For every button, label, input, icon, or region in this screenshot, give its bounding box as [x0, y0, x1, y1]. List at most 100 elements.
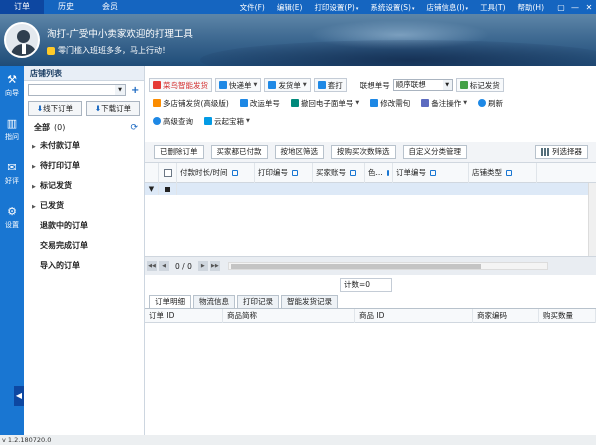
deleted-orders-button[interactable]: 已删除订单 [154, 145, 204, 159]
tree-item-shipped[interactable]: ▶ 已发货 [24, 196, 144, 216]
expand-icon[interactable]: ▶ [32, 137, 40, 157]
collapse-button[interactable]: ◀ [14, 386, 24, 406]
download-order-button[interactable]: ⬇下载订单 [86, 101, 140, 116]
edit-address-label: 修改需旬 [380, 98, 411, 108]
scroll-thumb[interactable] [230, 264, 481, 269]
buyer-paid-button[interactable]: 买家都已付款 [210, 145, 268, 159]
tab-orders[interactable]: 订单 [0, 0, 44, 14]
detail-tabs: 订单明细 物流信息 打印记录 智能发货记录 [145, 295, 596, 309]
menu-store-info[interactable]: 店铺信息(I)▾ [420, 2, 474, 13]
download-order-label: 下载订单 [101, 104, 132, 113]
menu-print-settings[interactable]: 打印设置(P)▾ [308, 2, 364, 13]
link-number-select[interactable]: 顺序联想 ▼ [392, 79, 453, 91]
tree-item-mark-shipped[interactable]: ▶ 标记发货 [24, 176, 144, 196]
tab-history[interactable]: 历史 [44, 0, 88, 14]
col-pay-time[interactable]: 付款时长/时间 [177, 163, 255, 183]
last-page-button[interactable]: ▶▶ [209, 261, 220, 271]
batch-print-button[interactable]: 套打 [313, 78, 347, 92]
col-order-no[interactable]: 订单编号 [393, 163, 469, 183]
menu-file[interactable]: 文件(F) [234, 2, 271, 13]
column-selector-button[interactable]: 列选择器 [535, 145, 588, 159]
smart-ship-button[interactable]: 菜鸟智能发货 [149, 78, 212, 92]
col-color[interactable]: 色... [365, 163, 393, 183]
col-buyer-account[interactable]: 买家账号 [313, 163, 365, 183]
col-label: 店铺类型 [472, 168, 502, 177]
filter-icon[interactable]: ▼ [145, 183, 159, 195]
rail-item-review[interactable]: ✉ 好评 [0, 162, 24, 198]
custom-category-button[interactable]: 自定义分类管理 [402, 145, 467, 159]
col-label: 订单编号 [396, 168, 426, 177]
chevron-down-icon: ▼ [442, 80, 452, 90]
select-all-checkbox[interactable] [163, 168, 172, 177]
filter-row[interactable]: ▼ [145, 183, 596, 195]
express-print-button[interactable]: 快递单 ▼ [215, 78, 262, 92]
tree-item-unpaid[interactable]: ▶ 未付款订单 [24, 136, 144, 156]
mark-ship-button[interactable]: 标记发货 [455, 78, 504, 92]
tab-members[interactable]: 会员 [88, 0, 132, 14]
tree-item-refunding[interactable]: 退款中的订单 [24, 216, 144, 236]
tree-item-to-print[interactable]: ▶ 待打印订单 [24, 156, 144, 176]
next-page-button[interactable]: ▶ [197, 261, 208, 271]
col-store-type[interactable]: 店铺类型 [469, 163, 537, 183]
add-store-button[interactable]: + [131, 85, 139, 96]
rail-item-guide[interactable]: ⚒ 向导 [0, 74, 24, 110]
tree-item-imported[interactable]: 导入的订单 [24, 256, 144, 276]
avatar[interactable] [4, 22, 40, 58]
tab-order-detail[interactable]: 订单明细 [149, 295, 191, 308]
chat-icon: ✉ [7, 161, 17, 174]
chevron-down-icon: ▾ [411, 5, 415, 12]
expand-icon[interactable]: ▶ [32, 177, 40, 197]
page-indicator: 0 / 0 [175, 261, 192, 271]
advanced-search-button[interactable]: 高级查询 [149, 114, 197, 128]
horizontal-scrollbar[interactable] [227, 262, 548, 270]
toolbar-row-3: 高级查询 云起宝箱 ▼ [145, 112, 596, 130]
detail-body [145, 323, 596, 435]
refresh-icon [478, 99, 487, 107]
lock-icon [430, 169, 436, 176]
expand-icon[interactable]: ▶ [32, 157, 40, 177]
print-icon [268, 81, 277, 89]
pager: ◀◀ ◀ 0 / 0 ▶ ▶▶ [145, 256, 596, 275]
refresh-icon[interactable]: ⟳ [130, 123, 138, 133]
vertical-scrollbar[interactable] [588, 183, 596, 256]
ship-print-button[interactable]: 发货单 ▼ [264, 78, 311, 92]
store-select[interactable]: ▼ [28, 84, 126, 96]
minimize-icon[interactable]: — [568, 3, 582, 12]
tab-print-log[interactable]: 打印记录 [237, 295, 279, 308]
note-icon [421, 99, 430, 107]
prev-page-button[interactable]: ◀ [159, 261, 169, 271]
menu-tools[interactable]: 工具(T) [474, 2, 511, 13]
recover-eno-button[interactable]: 撤回电子面单号 ▼ [287, 96, 363, 110]
welcome-text: 淘打-广受中小卖家欢迎的打理工具 [47, 29, 193, 40]
tree-item-completed[interactable]: 交易完成订单 [24, 236, 144, 256]
remark-button[interactable]: 备注操作 ▼ [417, 96, 471, 110]
refresh-button[interactable]: 刷新 [474, 96, 507, 110]
maximize-icon[interactable]: ▢ [554, 3, 568, 12]
rail-item-label: 向导 [5, 89, 19, 97]
expand-icon[interactable]: ▶ [32, 197, 40, 217]
rail-item-ask[interactable]: ▥ 指问 [0, 118, 24, 154]
first-page-button[interactable]: ◀◀ [147, 261, 157, 271]
offline-order-button[interactable]: ⬇线下订单 [28, 101, 82, 116]
col-print-no[interactable]: 打印编号 [255, 163, 313, 183]
window-controls: ▢ — ✕ [554, 3, 596, 12]
menu-edit[interactable]: 编辑(E) [271, 2, 309, 13]
change-tracking-button[interactable]: 改运单号 [236, 96, 284, 110]
status-bar: v 1.2.180720.0 [0, 435, 596, 445]
cloud-box-button[interactable]: 云起宝箱 ▼ [200, 114, 254, 128]
filter-by-purchase-count-button[interactable]: 按购买次数筛选 [331, 145, 396, 159]
menu-system-settings[interactable]: 系统设置(S)▾ [364, 2, 420, 13]
menu-help[interactable]: 帮助(H) [512, 2, 551, 13]
lock-icon [231, 169, 238, 176]
close-icon[interactable]: ✕ [582, 3, 596, 12]
mark-ship-label: 标记发货 [469, 80, 500, 90]
tab-smart-ship-log[interactable]: 智能发货记录 [281, 295, 338, 308]
tab-logistics[interactable]: 物流信息 [193, 295, 235, 308]
chevron-down-icon: ▼ [115, 85, 125, 95]
rail-item-settings[interactable]: ⚙ 设置 [0, 206, 24, 242]
filter-by-region-button[interactable]: 按地区筛选 [274, 145, 324, 159]
edit-address-button[interactable]: 修改需旬 [366, 96, 414, 110]
rail-item-label: 指问 [5, 133, 19, 141]
all-orders-row[interactable]: 全部 (0) ⟳ [24, 118, 144, 136]
multi-store-ship-button[interactable]: 多店铺发货(高级版) [149, 96, 233, 110]
